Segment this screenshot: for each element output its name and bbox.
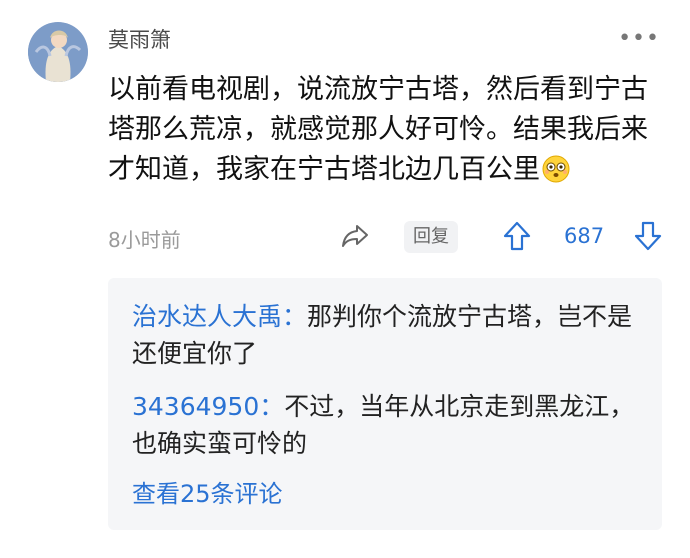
comment-body: 以前看电视剧，说流放宁古塔，然后看到宁古塔那么荒凉，就感觉那人好可怜。结果我后来… xyxy=(108,70,656,195)
reply-item[interactable]: 34364950：不过，当年从北京走到黑龙江，也确实蛮可怜的 xyxy=(132,388,648,462)
avatar[interactable] xyxy=(28,22,88,82)
vote-count: 687 xyxy=(564,224,605,248)
reply-button[interactable]: 回复 xyxy=(404,221,458,253)
upvote-icon[interactable] xyxy=(502,220,532,252)
flushed-face-emoji xyxy=(542,155,570,195)
reply-separator: ： xyxy=(259,392,285,421)
share-icon[interactable] xyxy=(340,220,370,250)
comment-time: 8小时前 xyxy=(108,228,181,252)
replies-panel: 治水达人大禹：那判你个流放宁古塔，岂不是还便宜你了 34364950：不过，当年… xyxy=(108,278,662,530)
downvote-icon[interactable] xyxy=(633,220,663,252)
reply-item[interactable]: 治水达人大禹：那判你个流放宁古塔，岂不是还便宜你了 xyxy=(132,298,648,372)
view-more-link[interactable]: 查看25条评论 xyxy=(132,474,283,509)
comment-username[interactable]: 莫雨箫 xyxy=(108,24,171,54)
more-dots-icon[interactable]: ••• xyxy=(618,28,660,50)
avatar-image xyxy=(28,22,88,82)
reply-author[interactable]: 治水达人大禹 xyxy=(132,302,282,331)
reply-separator: ： xyxy=(282,302,308,331)
reply-author[interactable]: 34364950 xyxy=(132,392,259,421)
